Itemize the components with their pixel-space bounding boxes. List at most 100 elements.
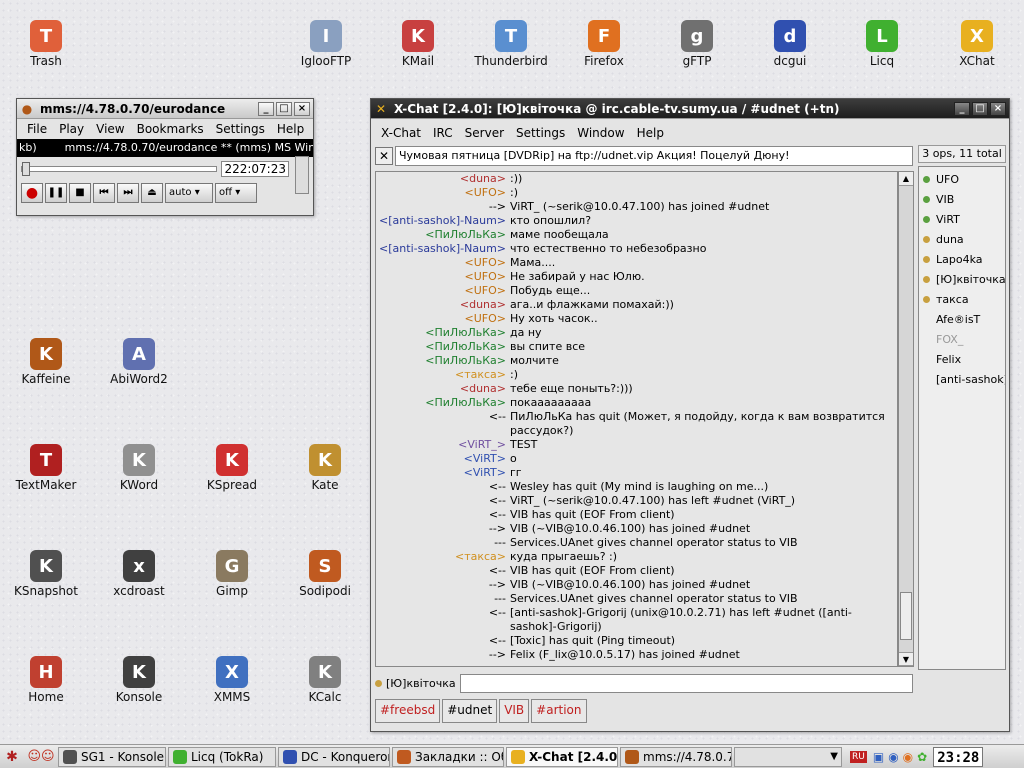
menu-item-settings[interactable]: Settings (510, 126, 571, 140)
chat-nick[interactable]: <UFO> (376, 312, 508, 326)
message-input[interactable] (459, 673, 913, 693)
chat-nick[interactable]: <-- (376, 494, 508, 508)
chat-nick[interactable]: <[anti-sashok]-Naum> (376, 214, 508, 228)
scroll-thumb[interactable] (900, 592, 912, 640)
menu-item-server[interactable]: Server (459, 126, 510, 140)
keyboard-layout-icon[interactable]: RU (850, 750, 867, 763)
close-button[interactable]: × (294, 101, 310, 116)
desktop-icon-thunderbird[interactable]: T Thunderbird (469, 20, 553, 68)
next-button[interactable]: ⏭ (117, 183, 139, 203)
firefox-tray-icon[interactable]: ◉ (903, 750, 913, 764)
quicklaunch-icon[interactable]: ☺☺ (24, 749, 58, 764)
desktop-icon-sodipodi[interactable]: S Sodipodi (283, 550, 367, 598)
chat-nick[interactable]: <duna> (376, 298, 508, 312)
minimize-button[interactable]: _ (258, 101, 274, 116)
user-list-item[interactable]: duna (919, 229, 1005, 249)
kaffeine-titlebar[interactable]: ● mms://4.78.0.70/eurodance _ □ × (17, 99, 313, 119)
scroll-down-icon[interactable]: ▼ (899, 652, 913, 666)
xchat-titlebar[interactable]: ✕ X-Chat [2.4.0]: [Ю]квіточка @ irc.cabl… (371, 99, 1009, 119)
user-list-item[interactable]: [anti-sashok] (919, 369, 1005, 389)
desktop-icon-kate[interactable]: K Kate (283, 444, 367, 492)
chat-nick[interactable]: --- (376, 536, 508, 550)
close-tab-icon[interactable]: ✕ (375, 147, 393, 165)
menu-item-play[interactable]: Play (53, 122, 90, 136)
desktop-icon-abiword2[interactable]: A AbiWord2 (97, 338, 181, 386)
tab-vib[interactable]: VIB (499, 699, 530, 723)
user-list-item[interactable]: VIB (919, 189, 1005, 209)
eject-button[interactable]: ⏏ (141, 183, 163, 203)
chat-nick[interactable]: <duna> (376, 172, 508, 186)
pause-button[interactable]: ❚❚ (45, 183, 67, 203)
user-list-item[interactable]: [Ю]квіточка (919, 269, 1005, 289)
menu-item-settings[interactable]: Settings (210, 122, 271, 136)
aspect-select[interactable]: auto ▾ (165, 183, 213, 203)
desktop-icon-xmms[interactable]: X XMMS (190, 656, 274, 704)
tab-udnet[interactable]: #udnet (442, 699, 498, 723)
chat-log[interactable]: <duna>:)) <UFO>:) --> ViRT_ (~serik@10.0.47… (375, 171, 898, 667)
menu-item-help[interactable]: Help (271, 122, 310, 136)
desktop-icon-xcdroast[interactable]: x xcdroast (97, 550, 181, 598)
chat-nick[interactable]: <ViRT> (376, 466, 508, 480)
menu-item-file[interactable]: File (21, 122, 53, 136)
desktop-icon-textmaker[interactable]: T TextMaker (4, 444, 88, 492)
chat-nick[interactable]: <ПиЛюЛьКа> (376, 340, 508, 354)
chat-nick[interactable]: <-- (376, 634, 508, 648)
tab-freebsd[interactable]: #freebsd (375, 699, 441, 723)
licq-tray-icon[interactable]: ✿ (917, 750, 927, 764)
network-icon[interactable]: ◉ (888, 750, 898, 764)
desktop-icon-dcgui[interactable]: d dcgui (748, 20, 832, 68)
chat-nick[interactable]: <-- (376, 480, 508, 494)
scroll-up-icon[interactable]: ▲ (899, 172, 913, 186)
chat-nick[interactable]: <такса> (376, 368, 508, 382)
subtitle-select[interactable]: off ▾ (215, 183, 257, 203)
chat-nick[interactable]: <ПиЛюЛьКа> (376, 396, 508, 410)
chat-nick[interactable]: --- (376, 592, 508, 606)
desktop-icon-licq[interactable]: L Licq (840, 20, 924, 68)
desktop-icon-konsole[interactable]: K Konsole (97, 656, 181, 704)
desktop-icon-kaffeine[interactable]: K Kaffeine (4, 338, 88, 386)
desktop-icon-ksnapshot[interactable]: K KSnapshot (4, 550, 88, 598)
chat-nick[interactable]: --> (376, 648, 508, 662)
menu-item-x-chat[interactable]: X-Chat (375, 126, 427, 140)
user-list-item[interactable]: FOX_ (919, 329, 1005, 349)
menu-item-view[interactable]: View (90, 122, 130, 136)
clock[interactable]: 23:28 (933, 746, 984, 767)
taskbar-item[interactable]: mms://4.78.0.70 (620, 746, 732, 767)
user-list-item[interactable]: Afe®isT (919, 309, 1005, 329)
taskbar-item[interactable]: X-Chat [2.4.0]: (506, 746, 618, 767)
chat-nick[interactable]: <ПиЛюЛьКа> (376, 326, 508, 340)
desktop-icon-gimp[interactable]: G Gimp (190, 550, 274, 598)
stop-button[interactable]: ■ (69, 183, 91, 203)
tray-icon[interactable]: ▣ (873, 750, 884, 764)
user-list-item[interactable]: UFO (919, 169, 1005, 189)
chat-nick[interactable]: <UFO> (376, 256, 508, 270)
record-button[interactable]: ● (21, 183, 43, 203)
desktop-icon-kspread[interactable]: K KSpread (190, 444, 274, 492)
chat-nick[interactable]: <ViRT_> (376, 438, 508, 452)
menu-item-window[interactable]: Window (571, 126, 630, 140)
chat-nick[interactable]: <UFO> (376, 186, 508, 200)
chat-nick[interactable]: <ПиЛюЛьКа> (376, 228, 508, 242)
topic-field[interactable]: Чумовая пятница [DVDRip] на ftp://udnet.… (395, 146, 913, 166)
maximize-button[interactable]: □ (276, 101, 292, 116)
desktop-icon-xchat[interactable]: X XChat (935, 20, 1019, 68)
chat-nick[interactable]: <-- (376, 606, 508, 634)
chat-nick[interactable]: <-- (376, 564, 508, 578)
close-button[interactable]: × (990, 101, 1006, 116)
menu-item-bookmarks[interactable]: Bookmarks (131, 122, 210, 136)
chat-nick[interactable]: <duna> (376, 382, 508, 396)
taskbar-item[interactable]: Licq (TokRa) (168, 746, 276, 767)
maximize-button[interactable]: □ (972, 101, 988, 116)
user-list-item[interactable]: Lapo4ka (919, 249, 1005, 269)
taskbar-item[interactable]: DC - Konqueror (278, 746, 390, 767)
desktop-icon-firefox[interactable]: F Firefox (562, 20, 646, 68)
chat-nick[interactable]: <UFO> (376, 284, 508, 298)
chat-scrollbar[interactable]: ▲ ▼ (898, 171, 914, 667)
desktop-icon-gftp[interactable]: g gFTP (655, 20, 739, 68)
minimize-button[interactable]: _ (954, 101, 970, 116)
volume-slider[interactable] (295, 156, 309, 194)
chat-nick[interactable]: --> (376, 578, 508, 592)
chat-nick[interactable]: <-- (376, 410, 508, 438)
menu-item-irc[interactable]: IRC (427, 126, 459, 140)
kde-menu-icon[interactable]: ✱ (0, 749, 24, 765)
